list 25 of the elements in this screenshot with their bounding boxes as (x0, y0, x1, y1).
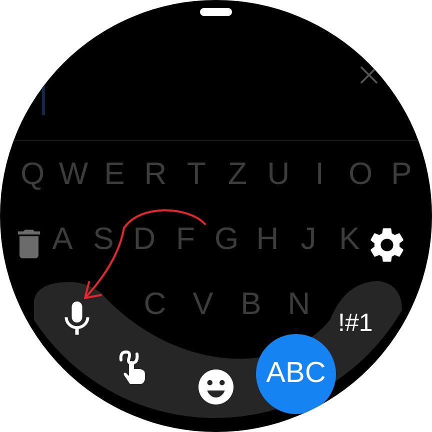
key[interactable]: R (144, 158, 167, 189)
key[interactable]: K (339, 223, 360, 254)
key[interactable]: S (93, 223, 114, 254)
mode-key[interactable]: !#1 (334, 305, 377, 342)
key[interactable]: Q (20, 158, 45, 189)
key[interactable]: O (348, 158, 373, 189)
key[interactable]: N (288, 288, 310, 319)
key[interactable]: V (192, 288, 214, 319)
key[interactable]: D (133, 223, 156, 254)
key[interactable]: A (52, 223, 73, 254)
mode-key[interactable]: ABC (256, 334, 336, 414)
key[interactable]: T (187, 158, 206, 189)
key[interactable]: B (240, 288, 262, 319)
key[interactable]: F (176, 223, 195, 254)
key[interactable]: E (104, 158, 125, 189)
key[interactable]: I (315, 158, 324, 189)
key[interactable]: G (214, 223, 239, 254)
home-indicator (200, 8, 232, 16)
key[interactable]: W (58, 158, 88, 189)
key[interactable]: H (256, 223, 279, 254)
key[interactable]: J (300, 223, 316, 254)
key[interactable]: P (391, 158, 412, 189)
key[interactable]: C (144, 288, 166, 319)
key[interactable]: Z (228, 158, 247, 189)
key[interactable]: U (267, 158, 290, 189)
